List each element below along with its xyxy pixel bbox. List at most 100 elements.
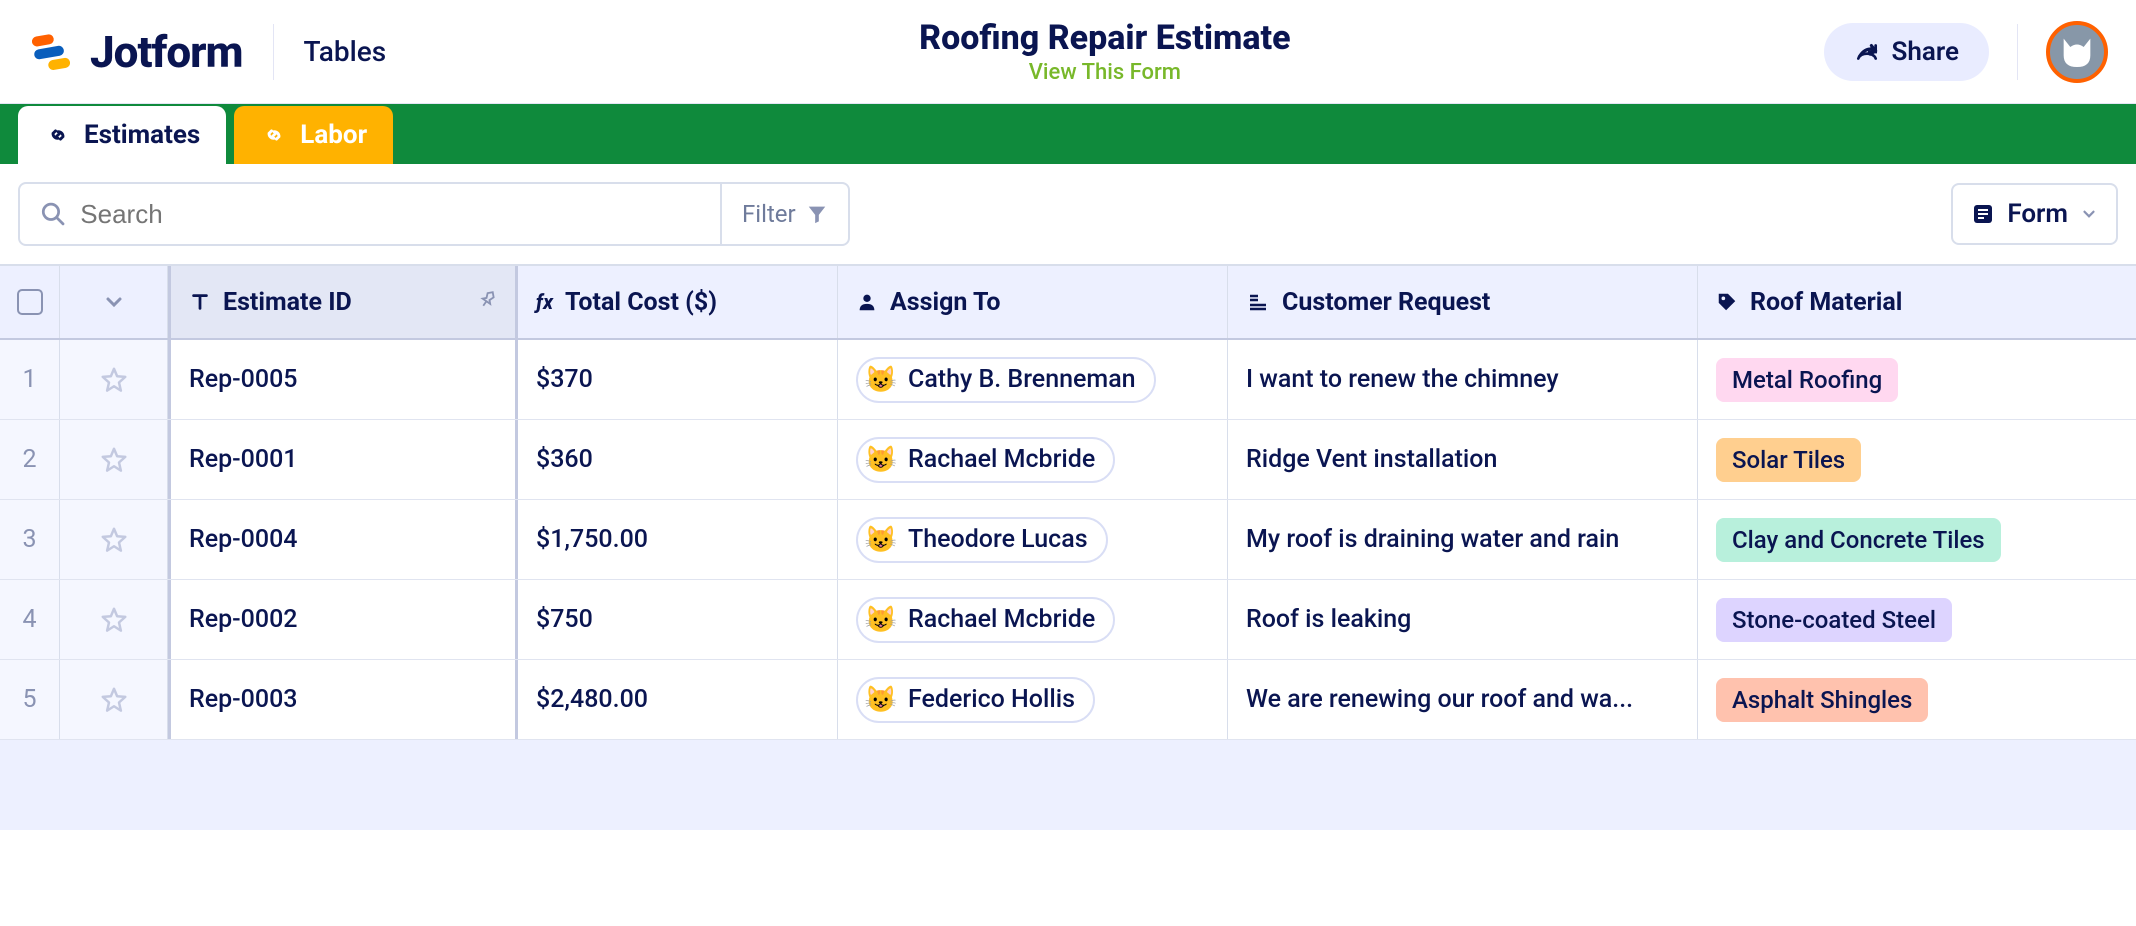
material-tag: Solar Tiles: [1716, 438, 1861, 482]
expand-header[interactable]: [60, 266, 168, 338]
link-icon: [260, 121, 288, 149]
cell-total-cost[interactable]: $2,480.00: [518, 660, 838, 739]
column-label: Customer Request: [1282, 288, 1490, 317]
column-header-customer-request[interactable]: Customer Request: [1228, 266, 1698, 338]
divider: [273, 24, 274, 80]
cell-assign-to[interactable]: 😺 Theodore Lucas: [838, 500, 1228, 579]
search-box[interactable]: [20, 184, 720, 244]
column-header-total-cost[interactable]: ƒx Total Cost ($): [518, 266, 838, 338]
assignee-chip[interactable]: 😺 Rachael Mcbride: [856, 597, 1115, 643]
column-header-roof-material[interactable]: Roof Material: [1698, 266, 2136, 338]
assignee-chip[interactable]: 😺 Cathy B. Brenneman: [856, 357, 1156, 403]
filter-icon: [806, 203, 828, 225]
assignee-avatar: 😺: [864, 443, 898, 477]
tab-estimates[interactable]: Estimates: [18, 106, 226, 164]
assignee-name: Rachael Mcbride: [908, 445, 1095, 474]
star-cell[interactable]: [60, 500, 168, 579]
assignee-chip[interactable]: 😺 Federico Hollis: [856, 677, 1095, 723]
star-icon: [99, 365, 129, 395]
view-form-link[interactable]: View This Form: [386, 60, 1823, 85]
cell-roof-material[interactable]: Stone-coated Steel: [1698, 580, 2136, 659]
tab-bar: EstimatesLabor: [0, 104, 2136, 164]
fx-icon: ƒx: [536, 290, 553, 314]
star-cell[interactable]: [60, 340, 168, 419]
cell-roof-material[interactable]: Solar Tiles: [1698, 420, 2136, 499]
cell-assign-to[interactable]: 😺 Cathy B. Brenneman: [838, 340, 1228, 419]
star-icon: [99, 445, 129, 475]
cell-estimate-id[interactable]: Rep-0002: [168, 580, 518, 659]
cell-assign-to[interactable]: 😺 Rachael Mcbride: [838, 580, 1228, 659]
filter-label: Filter: [742, 200, 796, 228]
cat-avatar-icon: [2057, 32, 2097, 72]
cell-customer-request[interactable]: Roof is leaking: [1228, 580, 1698, 659]
cell-customer-request[interactable]: Ridge Vent installation: [1228, 420, 1698, 499]
table-row[interactable]: 1 Rep-0005 $370 😺 Cathy B. Brenneman I w…: [0, 340, 2136, 420]
form-view-button[interactable]: Form: [1951, 183, 2118, 245]
cell-estimate-id[interactable]: Rep-0001: [168, 420, 518, 499]
user-avatar[interactable]: [2046, 21, 2108, 83]
assignee-avatar: 😺: [864, 523, 898, 557]
search-filter-group: Filter: [18, 182, 850, 246]
cell-estimate-id[interactable]: Rep-0003: [168, 660, 518, 739]
star-icon: [99, 605, 129, 635]
select-all-checkbox[interactable]: [17, 289, 43, 315]
share-icon: [1854, 39, 1880, 65]
table-row[interactable]: 2 Rep-0001 $360 😺 Rachael Mcbride Ridge …: [0, 420, 2136, 500]
table-row[interactable]: 4 Rep-0002 $750 😺 Rachael Mcbride Roof i…: [0, 580, 2136, 660]
form-view-label: Form: [2007, 199, 2068, 229]
jotform-logo-mark: [28, 28, 76, 76]
text-icon: [189, 291, 211, 313]
cell-customer-request[interactable]: I want to renew the chimney: [1228, 340, 1698, 419]
share-label: Share: [1892, 37, 1959, 67]
star-cell[interactable]: [60, 580, 168, 659]
toolbar: Filter Form: [0, 164, 2136, 264]
table-row[interactable]: 5 Rep-0003 $2,480.00 😺 Federico Hollis W…: [0, 660, 2136, 740]
star-icon: [99, 525, 129, 555]
material-tag: Asphalt Shingles: [1716, 678, 1928, 722]
assignee-chip[interactable]: 😺 Rachael Mcbride: [856, 437, 1115, 483]
app-header: Jotform Tables Roofing Repair Estimate V…: [0, 0, 2136, 104]
paragraph-icon: [1246, 290, 1270, 314]
cell-estimate-id[interactable]: Rep-0005: [168, 340, 518, 419]
pin-icon[interactable]: [477, 288, 499, 317]
assignee-name: Cathy B. Brenneman: [908, 365, 1136, 394]
cell-total-cost[interactable]: $370: [518, 340, 838, 419]
cell-assign-to[interactable]: 😺 Rachael Mcbride: [838, 420, 1228, 499]
table-row[interactable]: 3 Rep-0004 $1,750.00 😺 Theodore Lucas My…: [0, 500, 2136, 580]
share-button[interactable]: Share: [1824, 23, 1989, 81]
assignee-chip[interactable]: 😺 Theodore Lucas: [856, 517, 1108, 563]
link-icon: [44, 121, 72, 149]
cell-roof-material[interactable]: Metal Roofing: [1698, 340, 2136, 419]
star-cell[interactable]: [60, 660, 168, 739]
section-label[interactable]: Tables: [304, 35, 387, 68]
brand-logo[interactable]: Jotform: [28, 26, 243, 78]
row-number: 4: [0, 580, 60, 659]
cell-roof-material[interactable]: Asphalt Shingles: [1698, 660, 2136, 739]
column-header-assign-to[interactable]: Assign To: [838, 266, 1228, 338]
column-label: Roof Material: [1750, 288, 1902, 317]
cell-total-cost[interactable]: $360: [518, 420, 838, 499]
cell-customer-request[interactable]: We are renewing our roof and wa...: [1228, 660, 1698, 739]
cell-roof-material[interactable]: Clay and Concrete Tiles: [1698, 500, 2136, 579]
table-footer: [0, 740, 2136, 830]
cell-assign-to[interactable]: 😺 Federico Hollis: [838, 660, 1228, 739]
assignee-name: Theodore Lucas: [908, 525, 1088, 554]
row-number: 5: [0, 660, 60, 739]
cell-estimate-id[interactable]: Rep-0004: [168, 500, 518, 579]
select-all-header[interactable]: [0, 266, 60, 338]
search-input[interactable]: [80, 199, 700, 230]
cell-total-cost[interactable]: $1,750.00: [518, 500, 838, 579]
star-icon: [99, 685, 129, 715]
cell-total-cost[interactable]: $750: [518, 580, 838, 659]
assignee-avatar: 😺: [864, 683, 898, 717]
data-table: Estimate ID ƒx Total Cost ($) Assign To …: [0, 264, 2136, 830]
column-label: Estimate ID: [223, 288, 352, 317]
tab-labor[interactable]: Labor: [234, 106, 393, 164]
brand-name: Jotform: [90, 26, 243, 78]
assignee-name: Rachael Mcbride: [908, 605, 1095, 634]
star-cell[interactable]: [60, 420, 168, 499]
column-header-estimate-id[interactable]: Estimate ID: [168, 266, 518, 338]
filter-button[interactable]: Filter: [720, 184, 848, 244]
page-title: Roofing Repair Estimate: [386, 18, 1823, 58]
cell-customer-request[interactable]: My roof is draining water and rain: [1228, 500, 1698, 579]
